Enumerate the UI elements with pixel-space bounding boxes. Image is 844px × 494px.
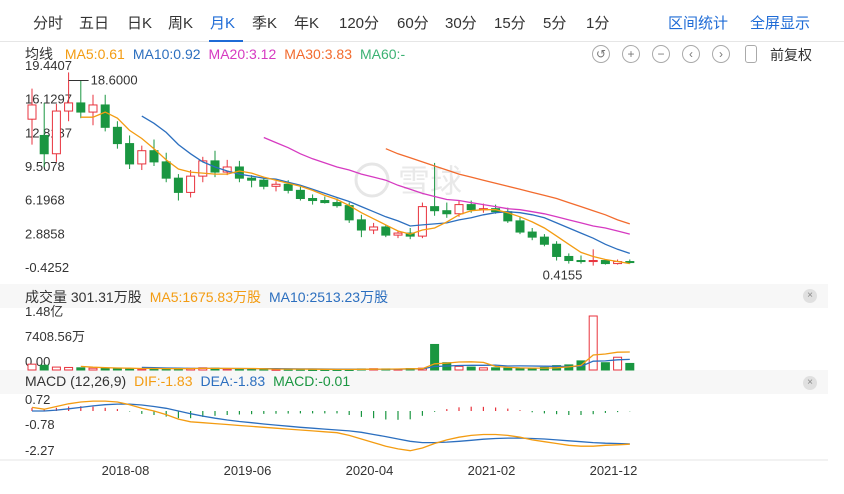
candle-body-1 — [39, 134, 49, 155]
price-tick-0: 19.4407 — [25, 58, 72, 73]
watermark-text: 雪球 — [398, 162, 462, 200]
volume-bar-17 — [234, 368, 244, 371]
candle-body-49 — [625, 261, 635, 264]
candle-body-19 — [259, 179, 269, 187]
candle-body-3 — [64, 102, 74, 112]
candle-body-4 — [76, 102, 86, 113]
volume-bar-49 — [625, 362, 635, 371]
candle-body-45 — [576, 260, 586, 263]
volume-tick-0: 1.48亿 — [25, 304, 63, 319]
candle-body-21 — [283, 183, 293, 191]
volume-bar-0 — [27, 363, 37, 371]
macd-tick-0: 0.72 — [25, 392, 50, 407]
candle-body-46 — [588, 260, 598, 263]
candle-body-8 — [125, 143, 135, 165]
candle-body-5 — [88, 104, 98, 113]
candle-body-24 — [320, 200, 330, 204]
candle-body-0 — [27, 104, 37, 120]
volume-bar-35 — [454, 365, 464, 371]
candle-body-29 — [381, 226, 391, 236]
price-tick-4: 6.1968 — [25, 193, 65, 208]
x-axis-label-0: 2018-08 — [102, 463, 150, 478]
candle-body-23 — [308, 197, 318, 202]
candle-body-2 — [51, 110, 61, 155]
candle-body-11 — [161, 161, 171, 179]
candle-body-34 — [442, 210, 452, 215]
candle-body-33 — [430, 206, 440, 212]
volume-bar-36 — [466, 366, 476, 371]
price-tick-6: -0.4252 — [25, 260, 69, 275]
volume-bar-40 — [515, 368, 525, 371]
high-annotation-label: 18.6000 — [91, 73, 138, 88]
volume-bar-37 — [478, 367, 488, 371]
candle-body-20 — [271, 183, 281, 187]
x-axis-label-2: 2020-04 — [346, 463, 394, 478]
macd-tick-2: -2.27 — [25, 443, 55, 458]
candle-body-9 — [137, 150, 147, 165]
volume-bar-2 — [51, 366, 61, 371]
candle-body-17 — [234, 166, 244, 179]
candle-body-18 — [247, 177, 257, 181]
candle-body-30 — [393, 232, 403, 236]
candle-body-12 — [173, 177, 183, 193]
candle-body-40 — [515, 220, 525, 233]
volume-bar-39 — [503, 367, 513, 371]
macd-tick-1: -0.78 — [25, 417, 55, 432]
candle-body-22 — [295, 189, 305, 199]
candle-body-10 — [149, 150, 159, 163]
candle-body-13 — [186, 175, 196, 193]
candle-body-44 — [564, 255, 574, 262]
candle-body-27 — [356, 219, 366, 231]
candle-body-43 — [552, 243, 562, 257]
candle-body-41 — [527, 231, 537, 238]
volume-bar-1 — [39, 364, 49, 371]
candle-body-7 — [112, 126, 122, 145]
volume-bar-3 — [64, 366, 74, 371]
dea-line — [32, 403, 630, 445]
kline-chart[interactable]: 雪球19.440716.129712.81879.50786.19682.885… — [0, 0, 844, 494]
candle-body-6 — [100, 104, 110, 128]
price-tick-5: 2.8858 — [25, 226, 65, 241]
x-axis-label-4: 2021-12 — [590, 463, 638, 478]
volume-bar-5 — [88, 367, 98, 371]
candle-body-35 — [454, 204, 464, 215]
price-tick-3: 9.5078 — [25, 159, 65, 174]
volume-bar-38 — [491, 367, 501, 371]
candle-body-32 — [417, 206, 427, 237]
candle-body-28 — [369, 226, 379, 231]
dif-line — [31, 400, 630, 452]
candle-body-42 — [539, 236, 549, 245]
volume-bar-4 — [76, 367, 86, 371]
volume-bar-7 — [112, 368, 122, 371]
x-axis-label-1: 2019-06 — [224, 463, 272, 478]
volume-bar-47 — [600, 362, 610, 371]
low-annotation-label: 0.4155 — [543, 267, 583, 282]
candle-body-47 — [600, 260, 610, 265]
volume-tick-1: 7408.56万 — [25, 329, 85, 344]
x-axis-label-3: 2021-02 — [468, 463, 516, 478]
candle-body-25 — [332, 202, 342, 207]
candle-body-36 — [466, 204, 476, 211]
volume-bar-6 — [100, 367, 110, 371]
